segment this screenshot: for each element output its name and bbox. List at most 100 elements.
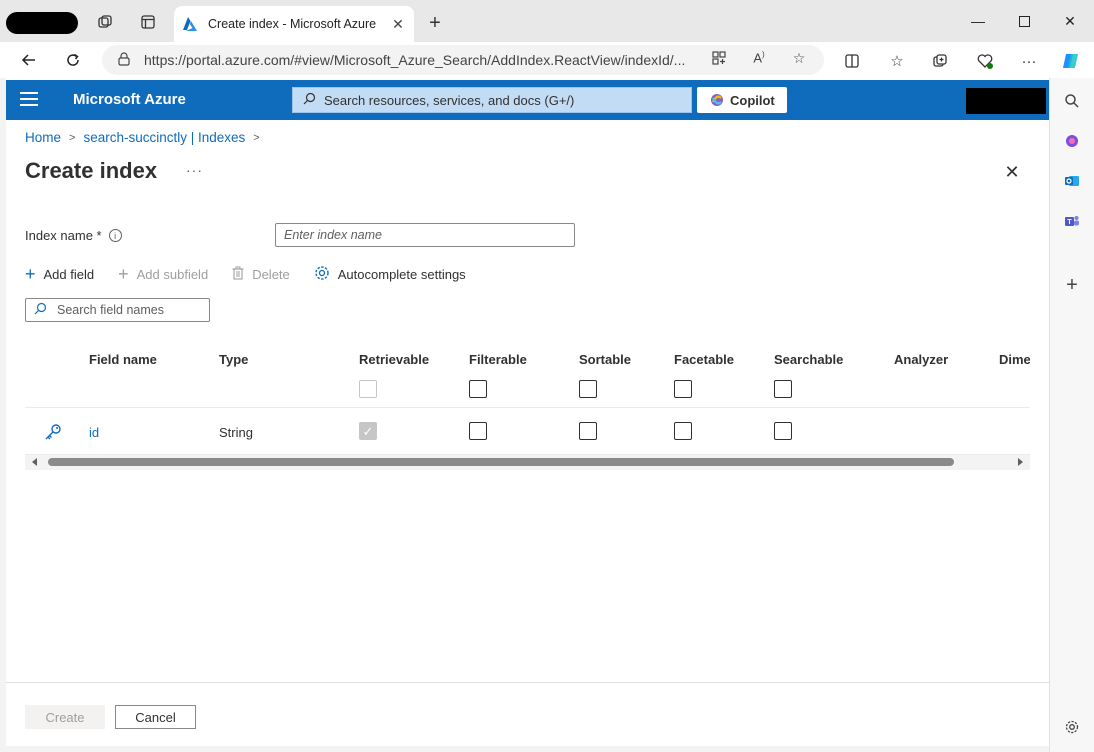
column-header-analyzer[interactable]: Analyzer bbox=[894, 352, 948, 367]
browser-essentials-icon[interactable] bbox=[974, 50, 996, 72]
split-screen-icon[interactable] bbox=[841, 50, 863, 72]
azure-logo-icon bbox=[183, 17, 197, 31]
create-button[interactable]: Create bbox=[25, 705, 105, 729]
chevron-right-icon: > bbox=[253, 131, 260, 144]
settings-icon[interactable] bbox=[1061, 716, 1083, 738]
retrievable-select-all-checkbox[interactable] bbox=[359, 380, 377, 398]
add-subfield-button[interactable]: + Add subfield bbox=[118, 265, 208, 283]
check-icon: ✓ bbox=[362, 423, 374, 439]
refresh-icon[interactable] bbox=[60, 48, 86, 72]
field-search-input[interactable] bbox=[57, 303, 197, 317]
copilot-icon[interactable] bbox=[1060, 50, 1082, 72]
gear-icon bbox=[314, 265, 330, 284]
searchable-select-all-checkbox[interactable] bbox=[774, 380, 792, 398]
address-bar: https://portal.azure.com/#view/Microsoft… bbox=[0, 42, 1094, 78]
id-filterable-checkbox[interactable] bbox=[469, 422, 487, 440]
account-menu[interactable] bbox=[966, 88, 1046, 114]
workspaces-icon[interactable] bbox=[95, 12, 115, 32]
menu-icon[interactable] bbox=[20, 92, 38, 108]
favorite-star-icon[interactable]: ☆ bbox=[789, 48, 809, 68]
tab-actions-icon[interactable] bbox=[138, 12, 158, 32]
copilot-logo-icon bbox=[711, 94, 723, 106]
page-title: Create index bbox=[25, 158, 158, 183]
tab-title: Create index - Microsoft Azure bbox=[208, 17, 377, 31]
plus-icon: + bbox=[118, 264, 129, 284]
delete-label: Delete bbox=[252, 266, 290, 282]
apps-icon[interactable] bbox=[709, 48, 729, 68]
copilot-app-icon[interactable] bbox=[1061, 130, 1083, 152]
lock-icon[interactable] bbox=[118, 51, 130, 69]
back-icon[interactable] bbox=[16, 48, 42, 72]
add-icon[interactable]: + bbox=[1061, 274, 1083, 296]
scroll-right-icon[interactable] bbox=[1018, 458, 1023, 466]
url-text: https://portal.azure.com/#view/Microsoft… bbox=[144, 52, 686, 68]
id-searchable-checkbox[interactable] bbox=[774, 422, 792, 440]
delete-button[interactable]: Delete bbox=[232, 265, 290, 283]
copilot-button[interactable]: Copilot bbox=[697, 87, 787, 113]
info-icon[interactable]: i bbox=[108, 229, 122, 242]
add-field-button[interactable]: + Add field bbox=[25, 265, 94, 283]
scrollbar-thumb[interactable] bbox=[48, 458, 954, 466]
breadcrumb-indexes[interactable]: search-succinctly | Indexes bbox=[83, 130, 245, 145]
id-retrievable-checkbox[interactable]: ✓ bbox=[359, 422, 377, 440]
field-search-box[interactable] bbox=[25, 298, 210, 322]
index-name-label-text: Index name * bbox=[25, 228, 102, 243]
id-sortable-checkbox[interactable] bbox=[579, 422, 597, 440]
browser-tab-bar: Create index - Microsoft Azure ✕ + — ✕ bbox=[0, 0, 1094, 42]
sortable-select-all-checkbox[interactable] bbox=[579, 380, 597, 398]
read-aloud-icon[interactable]: A) bbox=[749, 48, 769, 68]
close-window-icon[interactable]: ✕ bbox=[1057, 10, 1083, 32]
close-blade-icon[interactable]: ✕ bbox=[1002, 162, 1022, 182]
close-icon[interactable]: ✕ bbox=[386, 12, 410, 36]
teams-icon[interactable]: T bbox=[1061, 210, 1083, 232]
azure-portal: Microsoft Azure Search resources, servic… bbox=[6, 78, 1049, 746]
key-icon bbox=[45, 424, 61, 440]
favorites-icon[interactable]: ☆ bbox=[886, 50, 908, 72]
field-name-id[interactable]: id bbox=[89, 425, 99, 440]
more-options-icon[interactable]: ··· bbox=[186, 162, 203, 178]
maximize-icon[interactable] bbox=[1011, 10, 1037, 32]
chevron-right-icon: > bbox=[69, 131, 76, 144]
minimize-icon[interactable]: — bbox=[965, 10, 991, 32]
collections-icon[interactable] bbox=[929, 50, 951, 72]
column-header-sortable[interactable]: Sortable bbox=[579, 352, 631, 367]
outlook-icon[interactable] bbox=[1061, 170, 1083, 192]
filterable-select-all-checkbox[interactable] bbox=[469, 380, 487, 398]
plus-icon: + bbox=[25, 264, 36, 284]
row-divider bbox=[25, 407, 1030, 408]
brand-name[interactable]: Microsoft Azure bbox=[73, 91, 186, 108]
new-tab-icon[interactable]: + bbox=[424, 12, 446, 34]
search-icon bbox=[303, 92, 316, 108]
column-header-field-name[interactable]: Field name bbox=[89, 352, 157, 367]
column-header-type[interactable]: Type bbox=[219, 352, 248, 367]
global-search-placeholder: Search resources, services, and docs (G+… bbox=[324, 92, 575, 108]
scroll-left-icon[interactable] bbox=[32, 458, 37, 466]
global-search-input[interactable]: Search resources, services, and docs (G+… bbox=[292, 87, 692, 113]
autocomplete-settings-label: Autocomplete settings bbox=[337, 266, 466, 282]
index-name-input[interactable] bbox=[275, 223, 575, 247]
column-header-retrievable[interactable]: Retrievable bbox=[359, 352, 429, 367]
more-icon[interactable]: ··· bbox=[1018, 50, 1040, 72]
svg-text:T: T bbox=[1067, 219, 1072, 226]
profile-button[interactable] bbox=[6, 12, 78, 34]
grid-horizontal-scrollbar[interactable] bbox=[25, 454, 1030, 470]
column-header-searchable[interactable]: Searchable bbox=[774, 352, 843, 367]
portal-header: Microsoft Azure Search resources, servic… bbox=[6, 80, 1049, 120]
copilot-label: Copilot bbox=[730, 92, 775, 108]
breadcrumb-home[interactable]: Home bbox=[25, 130, 61, 145]
tab-create-index[interactable]: Create index - Microsoft Azure ✕ bbox=[174, 6, 414, 42]
id-facetable-checkbox[interactable] bbox=[674, 422, 692, 440]
cancel-button[interactable]: Cancel bbox=[115, 705, 196, 729]
index-name-label: Index name * i bbox=[25, 228, 122, 243]
autocomplete-settings-button[interactable]: Autocomplete settings bbox=[314, 265, 466, 284]
search-icon[interactable] bbox=[1061, 90, 1083, 112]
blade-footer: Create Cancel bbox=[6, 682, 1049, 746]
column-header-filterable[interactable]: Filterable bbox=[469, 352, 527, 367]
facetable-select-all-checkbox[interactable] bbox=[674, 380, 692, 398]
field-type-id: String bbox=[219, 425, 253, 440]
add-field-label: Add field bbox=[43, 266, 95, 282]
command-bar: + Add field + Add subfield Delete Autoco… bbox=[25, 262, 490, 286]
column-header-dimensions[interactable]: Dime bbox=[999, 352, 1030, 367]
column-header-facetable[interactable]: Facetable bbox=[674, 352, 734, 367]
fields-grid: Field name Type Retrievable Filterable S… bbox=[25, 340, 1030, 470]
